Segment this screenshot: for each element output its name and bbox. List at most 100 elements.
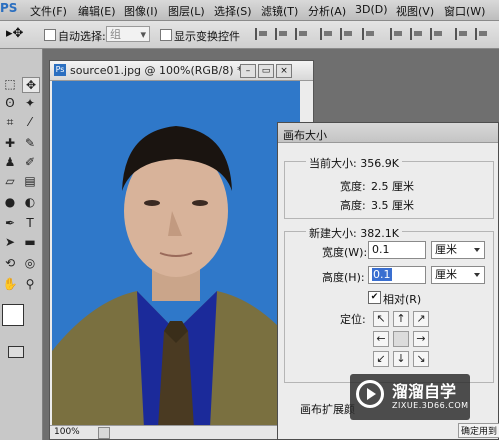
type-tool-icon[interactable]: T	[22, 216, 38, 230]
anchor-top-right[interactable]: ↗	[413, 311, 429, 327]
anchor-center[interactable]	[393, 331, 409, 347]
width-value: 0.1	[372, 243, 390, 256]
height-input[interactable]: 0.1	[368, 266, 426, 284]
menu-select[interactable]: 选择(S)	[214, 3, 252, 19]
status-menu-icon[interactable]	[98, 427, 110, 439]
menu-3d[interactable]: 3D(D)	[355, 3, 388, 16]
magic-wand-icon[interactable]: ✦	[22, 96, 38, 110]
restore-button[interactable]: ▭	[258, 64, 274, 78]
anchor-bottom[interactable]: ↓	[393, 351, 409, 367]
healing-brush-icon[interactable]: ✚	[2, 136, 18, 150]
3d-rotate-icon[interactable]: ⟲	[2, 256, 18, 270]
menu-file[interactable]: 文件(F)	[30, 3, 67, 19]
auto-select-value: 组	[110, 28, 121, 41]
distribute-bottom-icon[interactable]	[430, 28, 444, 40]
transform-controls-checkbox[interactable]	[160, 29, 172, 41]
auto-select-dropdown[interactable]: 组 ▾	[106, 26, 150, 42]
height-label: 高度(H):	[322, 271, 365, 284]
anchor-grid: ↖ ↑ ↗ ← → ↙ ↓ ↘	[373, 311, 433, 371]
toolbox: ⬚ ✥ ʘ ✦ ⌗ ⁄ ✚ ✎ ♟ ✐ ▱ ▤ ● ◐ ✒ T ➤ ▬ ⟲ ◎ …	[0, 49, 43, 440]
anchor-top-left[interactable]: ↖	[373, 311, 389, 327]
current-height-value: 3.5 厘米	[371, 199, 414, 212]
chevron-down-icon: ▾	[140, 28, 146, 41]
current-size-label: 当前大小: 356.9K	[306, 155, 402, 171]
anchor-bottom-left[interactable]: ↙	[373, 351, 389, 367]
menu-bar: PS 文件(F) 编辑(E) 图像(I) 图层(L) 选择(S) 滤镜(T) 分…	[0, 0, 499, 21]
blur-tool-icon[interactable]: ●	[2, 195, 18, 209]
3d-orbit-icon[interactable]: ◎	[22, 256, 38, 270]
relative-checkbox[interactable]: ✔	[368, 291, 381, 304]
menu-layer[interactable]: 图层(L)	[168, 3, 205, 19]
portrait-image	[52, 81, 300, 428]
zoom-tool-icon[interactable]: ⚲	[22, 277, 38, 291]
distribute-vcenter-icon[interactable]	[410, 28, 424, 40]
anchor-label: 定位:	[340, 313, 366, 326]
document-title: source01.jpg @ 100%(RGB/8) *	[70, 64, 243, 77]
chevron-down-icon	[474, 273, 480, 277]
path-select-icon[interactable]: ➤	[2, 235, 18, 249]
move-tool-icon[interactable]: ▸✥	[6, 26, 23, 41]
document-window: Ps source01.jpg @ 100%(RGB/8) * – ▭ × 10…	[49, 60, 314, 440]
align-right-icon[interactable]	[362, 28, 376, 40]
eraser-icon[interactable]: ▱	[2, 174, 18, 188]
align-vcenter-icon[interactable]	[275, 28, 289, 40]
lasso-tool-icon[interactable]: ʘ	[2, 96, 18, 110]
play-logo-icon	[356, 380, 384, 408]
pen-tool-icon[interactable]: ✒	[2, 216, 18, 230]
distribute-hcenter-icon[interactable]	[475, 28, 489, 40]
transform-controls-label: 显示变换控件	[174, 30, 240, 43]
options-bar: ▸✥ 自动选择: 组 ▾ 显示变换控件	[0, 21, 499, 49]
foreground-color-swatch[interactable]	[2, 304, 24, 326]
watermark-url: ZIXUE.3D66.COM	[392, 401, 469, 410]
menu-image[interactable]: 图像(I)	[124, 3, 158, 19]
dodge-tool-icon[interactable]: ◐	[22, 195, 38, 209]
marquee-tool-icon[interactable]: ⬚	[2, 77, 18, 91]
menu-view[interactable]: 视图(V)	[396, 3, 434, 19]
current-height-label: 高度:	[340, 199, 366, 212]
watermark: 溜溜自学 ZIXUE.3D66.COM	[350, 374, 470, 420]
shape-tool-icon[interactable]: ▬	[22, 235, 38, 249]
brush-tool-icon[interactable]: ✎	[22, 136, 38, 150]
width-label: 宽度(W):	[322, 246, 368, 259]
move-tool-icon[interactable]: ✥	[22, 77, 40, 93]
document-tab[interactable]: Ps source01.jpg @ 100%(RGB/8) * – ▭ ×	[50, 61, 313, 81]
menu-filter[interactable]: 滤镜(T)	[261, 3, 298, 19]
auto-select-checkbox[interactable]	[44, 29, 56, 41]
ok-button[interactable]: 确定用到	[458, 423, 499, 438]
quick-mask-icon[interactable]	[8, 346, 24, 358]
distribute-top-icon[interactable]	[390, 28, 404, 40]
crop-tool-icon[interactable]: ⌗	[2, 115, 18, 129]
eyedropper-icon[interactable]: ⁄	[22, 115, 38, 129]
close-button[interactable]: ×	[276, 64, 292, 78]
width-unit: 厘米	[435, 243, 457, 256]
dialog-titlebar[interactable]: 画布大小	[278, 123, 498, 143]
anchor-right[interactable]: →	[413, 331, 429, 347]
align-left-icon[interactable]	[320, 28, 334, 40]
ps-file-icon: Ps	[54, 64, 66, 76]
width-input[interactable]: 0.1	[368, 241, 426, 259]
align-top-icon[interactable]	[255, 28, 269, 40]
menu-edit[interactable]: 编辑(E)	[78, 3, 116, 19]
hand-tool-icon[interactable]: ✋	[2, 277, 18, 291]
width-unit-select[interactable]: 厘米	[431, 241, 485, 259]
portrait-photo[interactable]	[52, 81, 300, 428]
auto-select-label: 自动选择:	[58, 30, 106, 43]
current-width-label: 宽度:	[340, 180, 366, 193]
history-brush-icon[interactable]: ✐	[22, 155, 38, 169]
zoom-level[interactable]: 100%	[54, 427, 80, 437]
app-logo: PS	[0, 1, 18, 15]
align-hcenter-icon[interactable]	[340, 28, 354, 40]
gradient-tool-icon[interactable]: ▤	[22, 174, 38, 188]
new-size-label: 新建大小: 382.1K	[306, 225, 402, 241]
anchor-bottom-right[interactable]: ↘	[413, 351, 429, 367]
clone-stamp-icon[interactable]: ♟	[2, 155, 18, 169]
menu-analysis[interactable]: 分析(A)	[308, 3, 346, 19]
minimize-button[interactable]: –	[240, 64, 256, 78]
anchor-top[interactable]: ↑	[393, 311, 409, 327]
menu-window[interactable]: 窗口(W)	[444, 3, 485, 19]
align-bottom-icon[interactable]	[295, 28, 309, 40]
distribute-left-icon[interactable]	[455, 28, 469, 40]
height-unit-select[interactable]: 厘米	[431, 266, 485, 284]
dialog-title: 画布大小	[283, 129, 327, 142]
anchor-left[interactable]: ←	[373, 331, 389, 347]
